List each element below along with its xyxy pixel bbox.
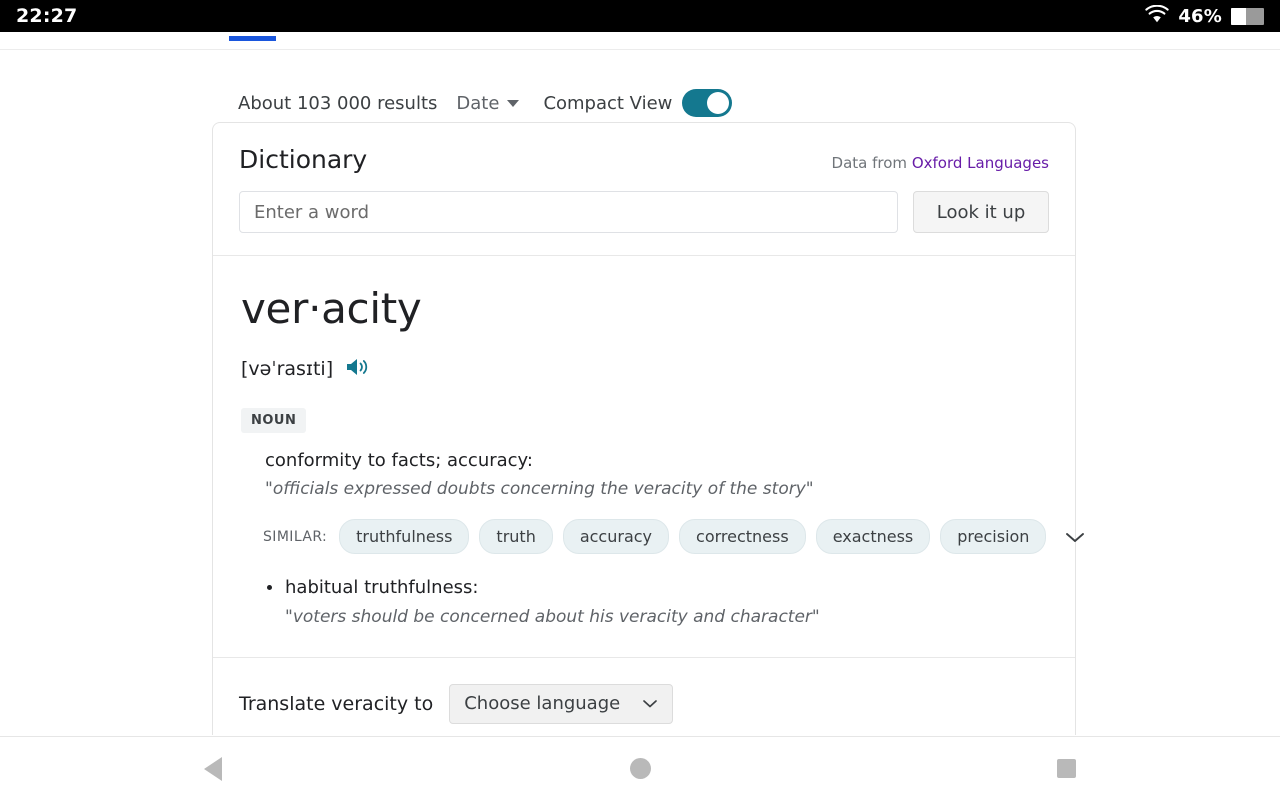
language-select[interactable]: Choose language (449, 684, 673, 724)
similar-chip[interactable]: accuracy (563, 519, 669, 554)
status-bar: 22:27 46% (0, 0, 1280, 32)
sense-example: "voters should be concerned about his ve… (285, 606, 1049, 629)
status-indicators: 46% (1145, 5, 1264, 27)
look-it-up-button[interactable]: Look it up (913, 191, 1049, 233)
dictionary-search-input[interactable] (239, 191, 898, 233)
language-select-value: Choose language (464, 693, 620, 714)
chevron-down-icon (507, 100, 519, 107)
status-clock: 22:27 (16, 5, 77, 27)
chevron-down-icon (642, 693, 658, 714)
date-filter-dropdown[interactable]: Date (456, 93, 519, 114)
compact-view-label: Compact View (543, 93, 672, 114)
dictionary-entry: ver·acity [vəˈrasɪti] NOUN conformity to… (213, 256, 1075, 657)
nav-home-button[interactable] (427, 737, 854, 800)
toggle-knob (707, 92, 729, 114)
page-content: About 103 000 results Date Compact View … (0, 51, 1280, 735)
dictionary-source: Data from Oxford Languages (832, 154, 1049, 172)
sense-example: "officials expressed doubts concerning t… (265, 478, 1049, 501)
speaker-icon[interactable] (345, 356, 371, 382)
similar-chip[interactable]: correctness (679, 519, 806, 554)
recents-square-icon (1057, 759, 1076, 778)
back-triangle-icon (204, 757, 222, 781)
phonetic-transcription: [vəˈrasɪti] (241, 358, 333, 380)
compact-view-control: Compact View (543, 89, 732, 117)
similar-expand-chevron-down-icon[interactable] (1064, 530, 1086, 544)
active-tab-indicator (229, 36, 276, 41)
translate-label: Translate veracity to (239, 693, 433, 715)
similar-chip[interactable]: truthfulness (339, 519, 469, 554)
nav-recents-button[interactable] (853, 737, 1280, 800)
translate-row: Translate veracity to Choose language (213, 658, 1075, 735)
dictionary-source-prefix: Data from (832, 154, 912, 172)
battery-percent-label: 46% (1178, 6, 1222, 27)
pronunciation-row: [vəˈrasɪti] (241, 356, 1049, 382)
nav-back-button[interactable] (0, 737, 427, 800)
similar-chip[interactable]: precision (940, 519, 1046, 554)
lookup-row: Look it up (213, 174, 1075, 255)
sense-secondary-list: habitual truthfulness: "voters should be… (241, 576, 1049, 628)
battery-icon (1231, 8, 1264, 25)
browser-chrome-strip (0, 32, 1280, 50)
compact-view-toggle-wrap (682, 89, 732, 117)
sense-secondary: habitual truthfulness: "voters should be… (265, 576, 1049, 628)
similar-chip[interactable]: truth (479, 519, 552, 554)
headword: ver·acity (241, 286, 1049, 332)
wifi-icon (1145, 5, 1169, 27)
sense-definition: conformity to facts; accuracy: (265, 449, 1049, 473)
dictionary-card: Dictionary Data from Oxford Languages Lo… (212, 122, 1076, 735)
part-of-speech-badge: NOUN (241, 408, 306, 433)
sense-definition: habitual truthfulness: (285, 576, 1049, 600)
oxford-languages-link[interactable]: Oxford Languages (912, 154, 1049, 172)
dictionary-card-header: Dictionary Data from Oxford Languages (213, 123, 1075, 174)
home-circle-icon (630, 758, 651, 779)
results-toolbar: About 103 000 results Date Compact View (238, 89, 732, 117)
compact-view-toggle[interactable] (682, 89, 732, 117)
similar-label: SIMILAR: (263, 529, 327, 545)
similar-chip[interactable]: exactness (816, 519, 931, 554)
similar-terms-row: SIMILAR: truthfulness truth accuracy cor… (263, 519, 1049, 554)
results-count: About 103 000 results (238, 93, 437, 114)
dictionary-title: Dictionary (239, 145, 367, 174)
android-nav-bar (0, 736, 1280, 800)
sense-primary: conformity to facts; accuracy: "official… (241, 449, 1049, 554)
date-filter-label: Date (456, 93, 499, 114)
